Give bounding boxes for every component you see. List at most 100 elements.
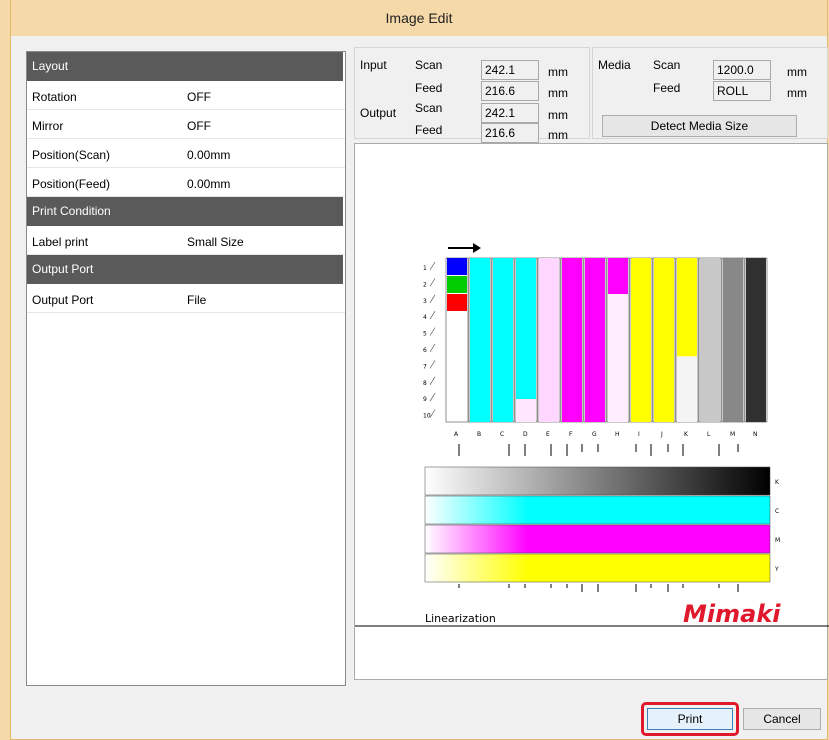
property-value: OFF bbox=[187, 90, 211, 104]
output-label: Output bbox=[360, 106, 397, 120]
gradient-strip bbox=[424, 495, 771, 525]
row-marker bbox=[429, 343, 436, 353]
property-row[interactable]: Position(Feed) 0.00mm bbox=[27, 168, 345, 197]
gradient-label: M bbox=[775, 537, 780, 544]
gradient-strip bbox=[424, 553, 771, 583]
column-letter: D bbox=[523, 431, 528, 438]
column-letter: C bbox=[500, 431, 504, 438]
row-marker bbox=[429, 278, 436, 287]
media-feed-label: Feed bbox=[653, 81, 681, 95]
color-bar-fill bbox=[493, 258, 513, 422]
property-key: Output Port bbox=[32, 293, 94, 307]
column-letter: B bbox=[477, 431, 481, 438]
section-header: Print Condition bbox=[27, 197, 343, 226]
media-info-box: Media Scan 1200.0 mm Feed ROLL mm Detect… bbox=[592, 47, 828, 139]
property-row[interactable]: Label print Small Size bbox=[27, 226, 345, 255]
gradient-label: Y bbox=[774, 566, 779, 573]
color-swatch bbox=[447, 258, 467, 275]
row-number: 6 bbox=[423, 347, 427, 354]
color-swatch bbox=[447, 294, 467, 311]
color-bar-fill bbox=[470, 258, 490, 422]
property-row[interactable]: Position(Scan) 0.00mm bbox=[27, 139, 345, 168]
window-title: Image Edit bbox=[385, 10, 453, 26]
property-key: Position(Scan) bbox=[32, 148, 111, 162]
output-feed-value: 216.6 bbox=[481, 123, 539, 143]
color-bar-fill bbox=[608, 258, 628, 295]
input-scan-label: Scan bbox=[415, 58, 443, 72]
property-key: Mirror bbox=[32, 119, 64, 133]
color-bar-fill bbox=[654, 258, 674, 422]
column-letter: I bbox=[638, 431, 640, 438]
output-scan-label: Scan bbox=[415, 101, 443, 115]
row-number: 7 bbox=[423, 363, 427, 370]
title-bar: Image Edit bbox=[11, 0, 827, 36]
column-letter: J bbox=[660, 431, 663, 438]
row-number: 10 bbox=[423, 413, 431, 420]
media-scan-value: 1200.0 bbox=[713, 60, 771, 80]
color-bar-fill bbox=[677, 258, 697, 357]
input-scan-unit: mm bbox=[548, 65, 568, 79]
column-letter: H bbox=[615, 431, 620, 438]
column-letter: F bbox=[569, 431, 573, 438]
gradient-strip bbox=[424, 466, 771, 496]
color-bar-fill bbox=[539, 258, 559, 422]
property-row[interactable]: Rotation OFF bbox=[27, 81, 345, 110]
section-header: Layout bbox=[27, 52, 343, 81]
row-marker bbox=[429, 311, 436, 320]
color-bar-fill bbox=[723, 258, 743, 422]
section-header: Output Port bbox=[27, 255, 343, 284]
output-scan-value: 242.1 bbox=[481, 103, 539, 123]
property-row[interactable]: Mirror OFF bbox=[27, 110, 345, 139]
row-number: 9 bbox=[423, 396, 427, 403]
output-feed-label: Feed bbox=[415, 123, 443, 137]
color-bar-fill bbox=[700, 258, 720, 422]
column-letter: N bbox=[753, 431, 758, 438]
property-value: 0.00mm bbox=[187, 177, 231, 191]
row-number: 4 bbox=[423, 314, 427, 321]
color-bar-fill bbox=[562, 258, 582, 422]
property-value: OFF bbox=[187, 119, 211, 133]
gradient-label: K bbox=[775, 479, 780, 486]
row-number: 8 bbox=[423, 380, 427, 387]
media-label: Media bbox=[598, 58, 631, 72]
mimaki-logo: Mimaki bbox=[683, 600, 781, 628]
gradient-label: C bbox=[775, 508, 779, 515]
row-number: 2 bbox=[423, 281, 427, 288]
column-letter: G bbox=[592, 431, 597, 438]
color-bar-remainder bbox=[608, 294, 628, 422]
linearization-label: Linearization bbox=[425, 612, 496, 625]
input-scan-value: 242.1 bbox=[481, 60, 539, 80]
color-swatch bbox=[447, 276, 467, 293]
color-bar-remainder bbox=[677, 356, 697, 422]
property-key: Label print bbox=[32, 235, 89, 249]
column-letter: L bbox=[707, 431, 711, 438]
row-marker bbox=[429, 327, 436, 336]
detect-media-size-button[interactable]: Detect Media Size bbox=[602, 115, 797, 137]
cancel-button[interactable]: Cancel bbox=[743, 708, 821, 730]
row-marker bbox=[429, 360, 436, 369]
input-feed-label: Feed bbox=[415, 81, 443, 95]
color-bar-fill bbox=[516, 258, 536, 400]
output-feed-unit: mm bbox=[548, 128, 568, 142]
color-bar-fill bbox=[585, 258, 605, 422]
column-letter: M bbox=[730, 431, 735, 438]
row-number: 3 bbox=[423, 298, 427, 305]
column-letter: K bbox=[684, 431, 689, 438]
column-letter: E bbox=[546, 431, 550, 438]
property-panel: Layout Rotation OFF Mirror OFF Position(Scan)… bbox=[26, 51, 346, 686]
gradient-strip bbox=[424, 524, 771, 554]
preview-image: 1 2 3 4 5 6 7 8 9 10 A B C D E F G H I J K L M N K C M Y Lineariz… bbox=[355, 243, 829, 628]
color-bar-fill bbox=[746, 258, 766, 422]
media-feed-unit: mm bbox=[787, 86, 807, 100]
input-label: Input bbox=[360, 58, 387, 72]
row-marker bbox=[429, 393, 436, 402]
row-number: 1 bbox=[423, 265, 427, 272]
row-marker bbox=[429, 409, 436, 418]
row-marker bbox=[429, 261, 436, 271]
image-edit-window: Image Edit Layout Rotation OFF Mirror OFF Pos… bbox=[10, 0, 829, 740]
color-bar-fill bbox=[631, 258, 651, 422]
property-value: Small Size bbox=[187, 235, 244, 249]
property-row[interactable]: Output Port File bbox=[27, 284, 345, 313]
input-feed-unit: mm bbox=[548, 86, 568, 100]
property-key: Position(Feed) bbox=[32, 177, 111, 191]
